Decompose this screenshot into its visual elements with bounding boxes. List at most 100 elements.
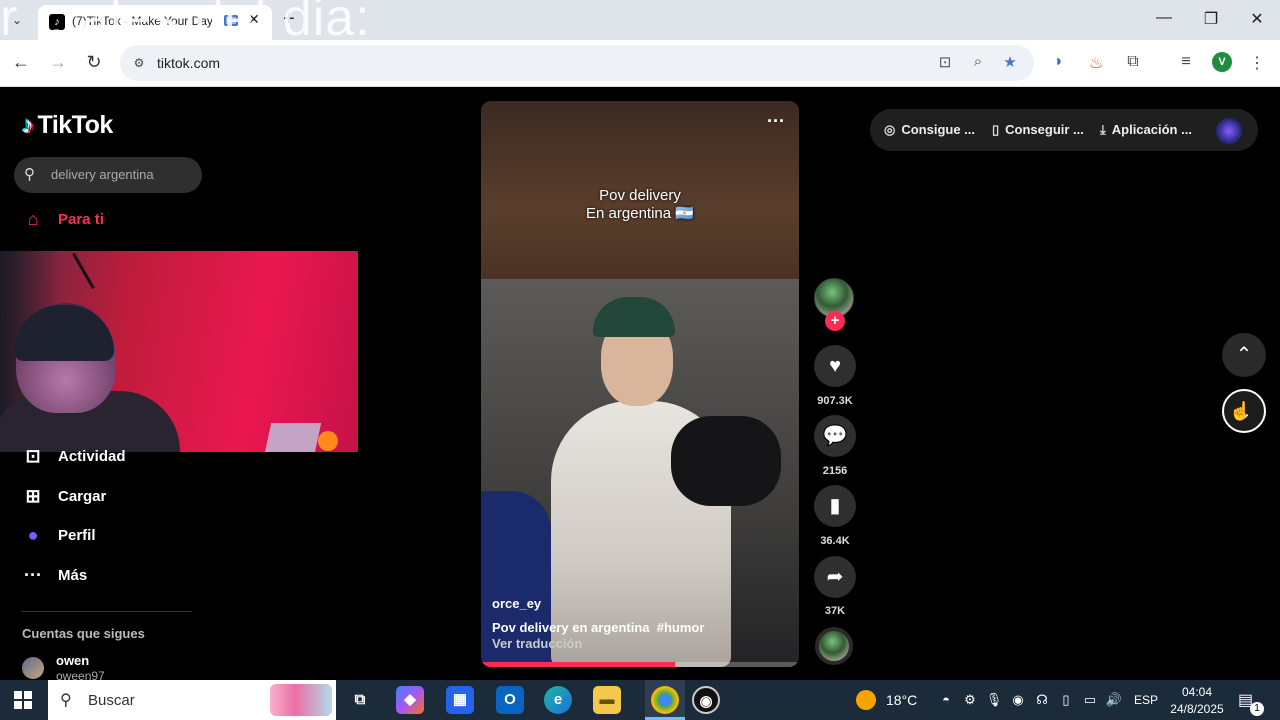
url-text[interactable]: tiktok.com	[157, 55, 220, 71]
minimize-icon[interactable]: —	[1149, 9, 1179, 27]
avatar[interactable]	[22, 657, 44, 679]
store-icon[interactable]: ▦	[446, 686, 474, 714]
back-icon[interactable]: ←	[10, 52, 32, 73]
save-count: 36.4K	[820, 535, 850, 547]
get-app-button[interactable]: ▯ Conseguir ...	[992, 122, 1084, 138]
get-coins-button[interactable]: ◎ Consigue ...	[884, 122, 975, 138]
microphone-icon[interactable]: 🎙	[984, 692, 1004, 708]
new-tab-button[interactable]: +	[283, 8, 295, 31]
profile-icon: ●	[27, 525, 39, 545]
reload-icon[interactable]: ↻	[83, 52, 105, 73]
search-icon: ⚲	[60, 692, 72, 709]
tab-title: (7)TikTok - Make Your Day	[72, 14, 212, 28]
browser-menu-icon[interactable]: ⋮	[1246, 53, 1268, 73]
input-language[interactable]: ESP	[1134, 693, 1158, 707]
webcam-cable	[72, 252, 95, 290]
outlook-icon[interactable]: O	[496, 686, 524, 714]
like-button[interactable]: ♥	[814, 345, 856, 387]
edge-icon[interactable]: e	[544, 686, 572, 714]
notification-badge: 1	[1250, 702, 1264, 716]
search-value[interactable]: delivery argentina	[51, 167, 154, 182]
save-button[interactable]: ▮	[814, 485, 856, 527]
search-input[interactable]: ⚲ delivery argentina	[14, 157, 202, 193]
network-icon[interactable]: ▭	[1080, 692, 1100, 708]
browser-tab[interactable]: ♪ (7)TikTok - Make Your Day ✕	[38, 5, 272, 40]
hashtag-link[interactable]: #humor	[657, 620, 705, 635]
windows-logo-icon	[24, 701, 32, 709]
discord-icon[interactable]: ◓	[936, 692, 956, 707]
upload-icon: ⊞	[25, 486, 41, 506]
obs-icon[interactable]: ◉	[692, 686, 720, 714]
following-name: owen	[56, 653, 90, 668]
bookmark-star-icon[interactable]: ★	[999, 53, 1021, 71]
windows-taskbar: ⚲ Buscar ⧉ ◆ ▦ O e ▬ ◉ 18°C ◓ ⚙ 🎙 ◉ ☊ ▯ …	[0, 680, 1280, 720]
logo-text: TikTok	[37, 111, 114, 139]
share-button[interactable]: ➦	[814, 556, 856, 598]
follow-plus-icon[interactable]: +	[825, 311, 845, 331]
video-progress-bar[interactable]	[481, 662, 799, 667]
address-bar[interactable]: ⚙ tiktok.com ⊡ ⌕ ★	[120, 45, 1034, 81]
phone-icon: ▯	[992, 122, 1000, 137]
file-explorer-icon[interactable]: ▬	[593, 686, 621, 714]
steam-icon[interactable]: ⚙	[960, 692, 980, 708]
sidebar-item-mas[interactable]: ··· Más	[22, 565, 87, 591]
extension-audio-icon[interactable]: ◗	[1048, 53, 1070, 71]
tab-close-icon[interactable]: ✕	[248, 11, 260, 28]
avatar[interactable]	[1216, 118, 1242, 144]
mouse-cursor-icon: ☝	[1229, 401, 1252, 421]
sidebar-item-label: Cargar	[58, 488, 107, 505]
more-icon: ···	[24, 565, 42, 585]
tiktok-page: ♪ TikTok ⚲ delivery argentina ⌂ Para ti ⊡ A…	[0, 87, 1280, 683]
search-icon: ⚲	[24, 166, 35, 183]
volume-icon[interactable]: 🔊	[1104, 692, 1124, 708]
start-button[interactable]	[14, 691, 32, 709]
profile-avatar[interactable]: V	[1212, 52, 1232, 72]
extensions-puzzle-icon[interactable]: ⧉	[1122, 53, 1144, 71]
previous-video-button[interactable]: ⌃	[1222, 333, 1266, 377]
share-count: 37K	[824, 605, 846, 617]
bookmark-icon: ▮	[829, 495, 841, 517]
video-scene-arm	[671, 416, 781, 506]
copilot-icon[interactable]: ◆	[396, 686, 424, 714]
video-author[interactable]: orce_ey	[492, 596, 541, 611]
battery-icon[interactable]: ▯	[1056, 692, 1076, 708]
sidebar-item-cargar[interactable]: ⊞ Cargar	[22, 486, 106, 512]
forward-icon[interactable]: →	[47, 52, 69, 73]
zoom-icon[interactable]: ⌕	[967, 53, 989, 70]
install-app-icon[interactable]: ⊡	[934, 53, 956, 71]
task-view-icon[interactable]: ⧉	[346, 686, 374, 714]
close-window-icon[interactable]: ✕	[1242, 9, 1272, 29]
video-player[interactable]: Pov delivery En argentina 🇦🇷 ··· orce_ey…	[481, 101, 799, 667]
search-highlight-image	[270, 684, 332, 716]
video-caption-line2: En argentina 🇦🇷	[586, 205, 694, 222]
tiktok-logo[interactable]: ♪ TikTok	[22, 111, 113, 140]
translate-link[interactable]: Ver traducción	[492, 636, 582, 651]
weather-sun-icon[interactable]	[856, 690, 876, 710]
weather-temp[interactable]: 18°C	[886, 692, 917, 708]
taskbar-search[interactable]: ⚲ Buscar	[48, 680, 336, 720]
more-options-icon[interactable]: ···	[767, 111, 785, 132]
sidebar-item-label: Perfil	[58, 527, 96, 544]
sidebar-item-actividad[interactable]: ⊡ Actividad	[22, 446, 125, 472]
comment-button[interactable]: 💬	[814, 415, 856, 457]
following-title: Cuentas que sigues	[22, 626, 145, 641]
get-app-label: Conseguir ...	[1005, 122, 1084, 137]
video-description-text: Pov delivery en argentina	[492, 620, 650, 635]
extension-fire-icon[interactable]: ♨	[1085, 53, 1107, 73]
sidebar-item-para-ti[interactable]: ⌂ Para ti	[22, 209, 104, 235]
music-disc-icon[interactable]	[815, 627, 853, 665]
desktop-app-button[interactable]: ⤓ Aplicación ...	[1100, 122, 1192, 138]
site-info-icon[interactable]: ⚙	[130, 54, 148, 72]
sidebar-item-perfil[interactable]: ● Perfil	[22, 525, 96, 551]
restore-icon[interactable]: ❐	[1196, 9, 1226, 29]
sidebar-item-label: Más	[58, 567, 88, 584]
chrome-icon[interactable]	[651, 686, 679, 714]
clock-time[interactable]: 04:04	[1170, 685, 1224, 699]
clock-date[interactable]: 24/8/2025	[1166, 702, 1228, 716]
webcam-orange	[318, 431, 338, 451]
headset-icon[interactable]: ☊	[1032, 692, 1052, 708]
header-actions: ◎ Consigue ... ▯ Conseguir ... ⤓ Aplicación…	[870, 109, 1258, 151]
media-control-icon[interactable]: ≡	[1175, 53, 1197, 71]
tab-search-icon[interactable]: ⌄	[6, 10, 28, 30]
obs-tray-icon[interactable]: ◉	[1008, 692, 1028, 708]
